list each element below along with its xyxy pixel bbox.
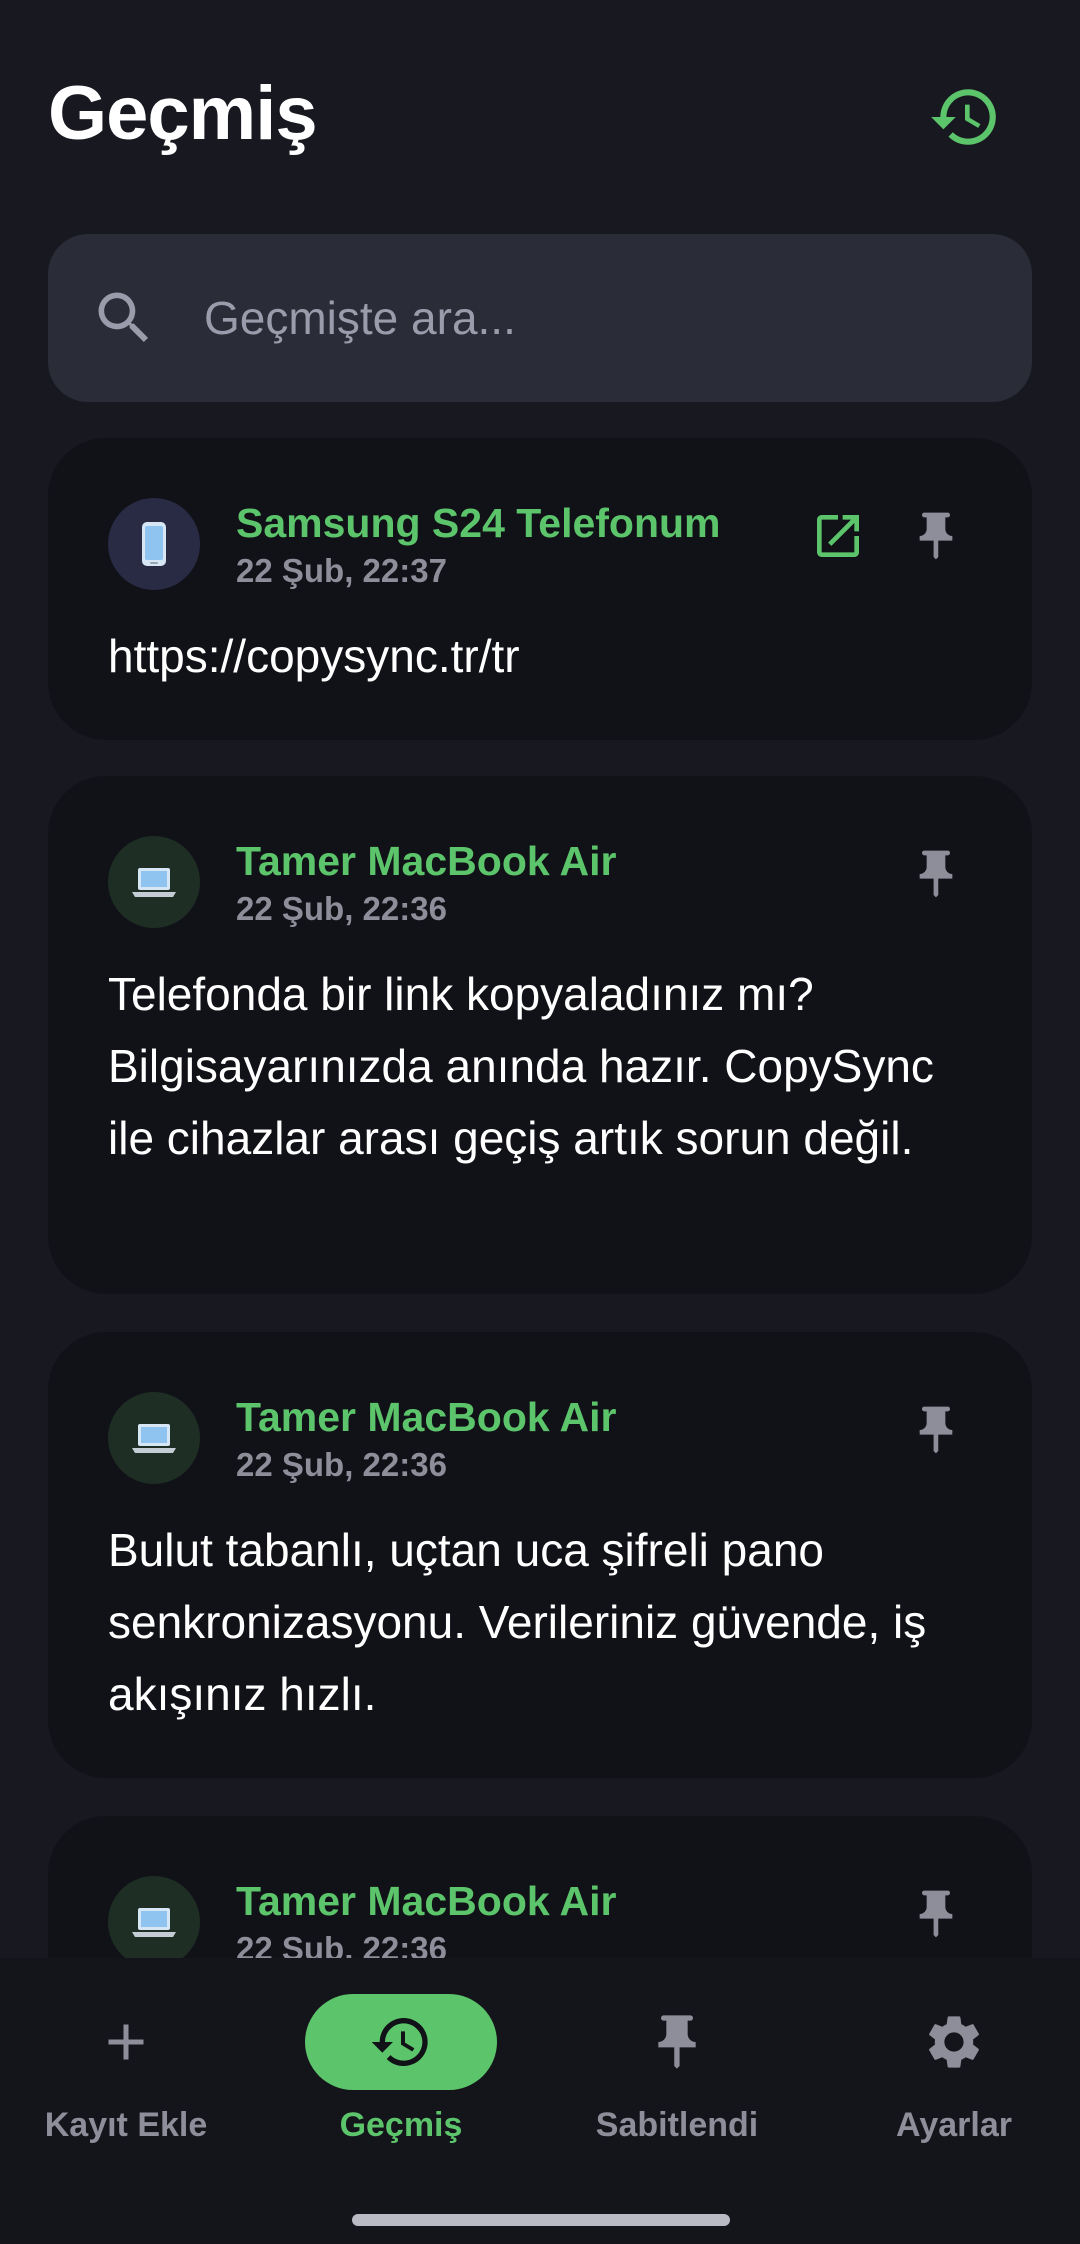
device-name: Tamer MacBook Air: [236, 1394, 617, 1440]
pin-icon[interactable]: [908, 846, 964, 902]
laptop-icon: [108, 1876, 200, 1958]
device-name: Tamer MacBook Air: [236, 1878, 617, 1924]
nav-item-history[interactable]: Geçmiş: [266, 1994, 536, 2164]
history-icon: [305, 1994, 497, 2090]
open-link-icon[interactable]: [810, 508, 866, 564]
pin-icon[interactable]: [908, 508, 964, 564]
list-item[interactable]: Tamer MacBook Air 22 Şub, 22:36 Bulut ta…: [48, 1332, 1032, 1778]
bottom-nav: Kayıt Ekle Geçmiş Sabitlendi Ayarlar: [0, 1958, 1080, 2244]
history-list[interactable]: Samsung S24 Telefonum 22 Şub, 22:37 http…: [48, 438, 1032, 1958]
nav-label: Sabitlendi: [595, 2106, 759, 2144]
laptop-icon: [108, 836, 200, 928]
phone-icon: [108, 498, 200, 590]
nav-item-add[interactable]: Kayıt Ekle: [0, 1994, 261, 2164]
plus-icon: [30, 1994, 222, 2090]
nav-item-settings[interactable]: Ayarlar: [819, 1994, 1080, 2164]
nav-label: Ayarlar: [896, 2106, 1012, 2144]
device-name: Tamer MacBook Air: [236, 838, 617, 884]
pin-icon[interactable]: [908, 1402, 964, 1458]
device-name: Samsung S24 Telefonum: [236, 500, 721, 546]
pin-icon[interactable]: [908, 1886, 964, 1942]
history-icon[interactable]: [928, 80, 1002, 154]
nav-item-pinned[interactable]: Sabitlendi: [542, 1994, 812, 2164]
list-item[interactable]: Samsung S24 Telefonum 22 Şub, 22:37 http…: [48, 438, 1032, 740]
search-input[interactable]: [204, 234, 984, 402]
home-indicator[interactable]: [352, 2214, 730, 2226]
item-date: 22 Şub, 22:36: [236, 1930, 447, 1958]
item-date: 22 Şub, 22:36: [236, 1446, 447, 1483]
nav-label: Geçmiş: [339, 2106, 463, 2144]
item-content: https://copysync.tr/tr: [108, 630, 520, 682]
laptop-icon: [108, 1392, 200, 1484]
nav-label: Kayıt Ekle: [44, 2106, 208, 2144]
item-content: Bulut tabanlı, uçtan uca şifreli pano se…: [108, 1524, 927, 1720]
item-date: 22 Şub, 22:37: [236, 552, 447, 589]
search-bar[interactable]: [48, 234, 1032, 402]
page-title: Geçmiş: [48, 71, 318, 156]
gear-icon: [858, 1994, 1050, 2090]
app-header: Geçmiş: [48, 60, 1032, 170]
item-content: Telefonda bir link kopyaladınız mı? Bilg…: [108, 968, 934, 1164]
list-item[interactable]: Tamer MacBook Air 22 Şub, 22:36: [48, 1816, 1032, 1958]
item-date: 22 Şub, 22:36: [236, 890, 447, 927]
pin-icon: [581, 1994, 773, 2090]
list-item[interactable]: Tamer MacBook Air 22 Şub, 22:36 Telefond…: [48, 776, 1032, 1294]
search-icon: [90, 284, 158, 352]
